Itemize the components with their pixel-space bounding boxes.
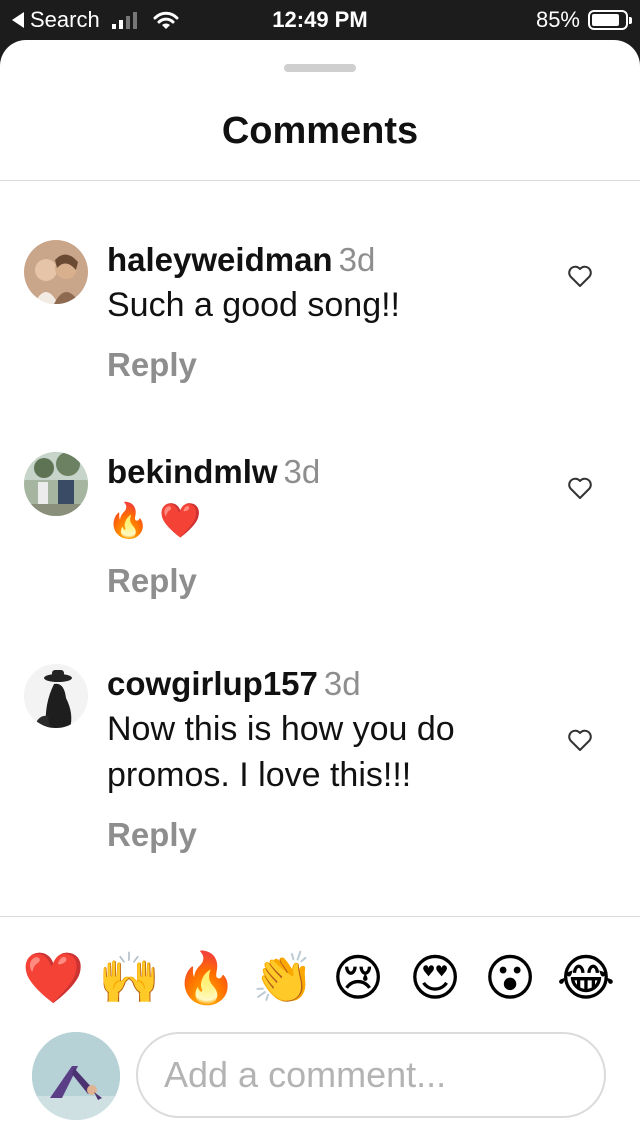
comment-composer [0, 1030, 640, 1130]
user-avatar[interactable] [24, 664, 88, 728]
comment-username[interactable]: haleyweidman [107, 241, 333, 278]
reply-button[interactable]: Reply [107, 346, 547, 384]
comment-username[interactable]: cowgirlup157 [107, 665, 318, 702]
comment-input[interactable] [136, 1032, 606, 1118]
reaction-clapping-hands[interactable]: 👏 [252, 948, 314, 1008]
comment-username[interactable]: bekindmlw [107, 453, 278, 490]
reply-button[interactable]: Reply [107, 816, 547, 854]
user-avatar[interactable] [24, 240, 88, 304]
comment-time: 3d [283, 453, 321, 490]
battery-percent: 85% [535, 7, 580, 32]
comment-emoji-text: 🔥 ❤️ [107, 498, 547, 544]
comments-sheet: Comments haleyweidman 3d Such a good song… [0, 40, 640, 1136]
comment-text: Such a good song!! [107, 286, 401, 324]
reply-button[interactable]: Reply [107, 562, 547, 600]
reaction-crying-face[interactable]: 😢 [328, 948, 388, 1008]
battery-level [592, 14, 619, 26]
composer-divider [0, 916, 640, 917]
user-avatar[interactable] [24, 452, 88, 516]
fire-emoji: 🔥 [107, 502, 150, 540]
heart-outline-icon[interactable] [566, 726, 594, 754]
header-divider [0, 180, 640, 181]
battery-icon [588, 10, 632, 30]
reaction-surprised-face[interactable]: 😮 [480, 948, 540, 1008]
sheet-grabber[interactable] [284, 64, 356, 72]
status-bar: Search 12:49 PM 85% [0, 0, 640, 40]
comment-time: 3d [323, 665, 361, 702]
heart-emoji: ❤️ [159, 502, 202, 540]
reaction-heart[interactable]: ❤️ [22, 948, 84, 1008]
comment-time: 3d [338, 241, 376, 278]
sheet-title: Comments [221, 110, 419, 152]
comment-text: Now this is how you do promos. I love th… [107, 710, 455, 794]
reaction-fire[interactable]: 🔥 [175, 948, 237, 1008]
quick-reactions-bar: ❤️ 🙌 🔥 👏 😢 😍 😮 😂 [0, 948, 640, 1008]
heart-outline-icon[interactable] [566, 262, 594, 290]
current-user-avatar [32, 1032, 120, 1120]
reaction-tears-of-joy[interactable]: 😂 [556, 948, 616, 1008]
heart-outline-icon[interactable] [566, 474, 594, 502]
reaction-heart-eyes[interactable]: 😍 [405, 948, 465, 1008]
reaction-raising-hands[interactable]: 🙌 [98, 948, 160, 1008]
